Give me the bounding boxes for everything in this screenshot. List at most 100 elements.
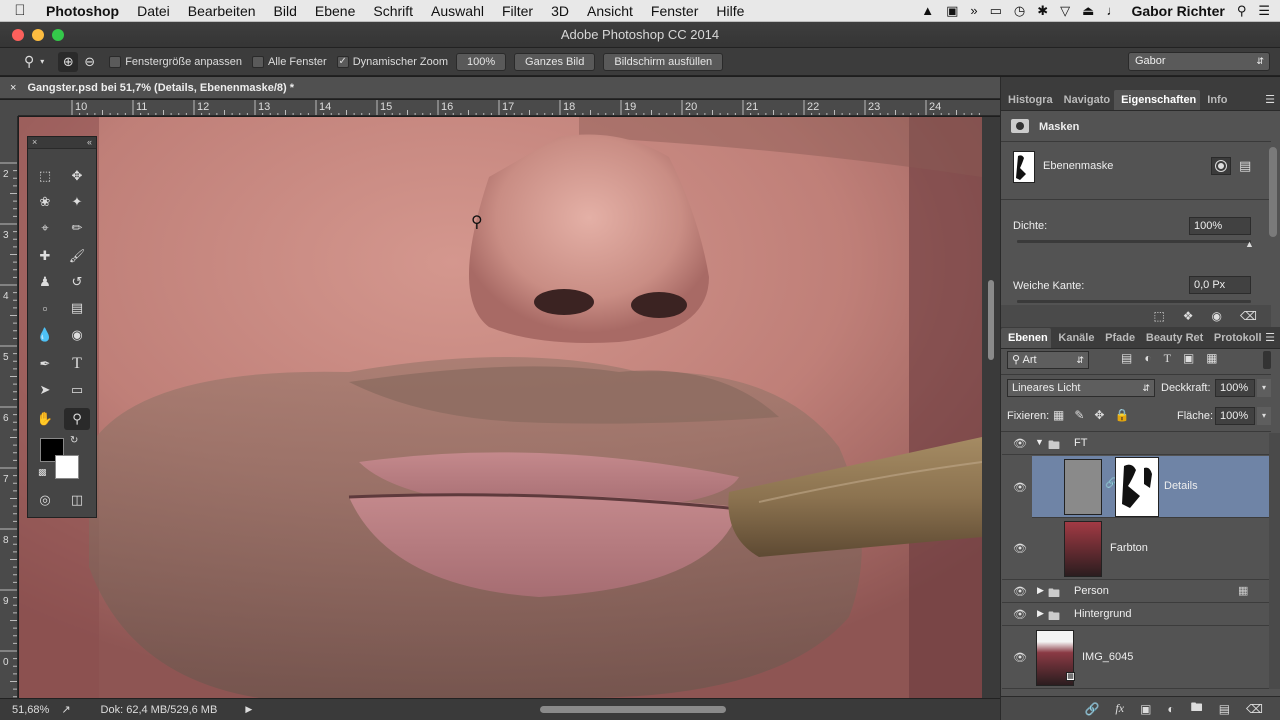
path-selection-tool-icon[interactable]: ➤ [32,379,58,401]
move-tool-icon[interactable]: ✥ [64,165,90,187]
background-color-swatch[interactable] [55,455,79,479]
zoom-level[interactable]: 51,68% [12,704,49,716]
eject-icon[interactable]: ⏏ [1082,3,1094,19]
layer-row-hintergrund[interactable]: 👁 ▶ 🖿 Hintergrund [1002,604,1269,626]
history-brush-tool-icon[interactable]: ↺ [64,271,90,293]
layer-style-icon[interactable]: fx [1115,701,1124,716]
panel-menu-icon[interactable]: ☰ [1265,331,1280,348]
volume-icon[interactable]: ♩ [1106,3,1119,18]
zoom-in-icon[interactable]: ⊕ [58,51,79,72]
pixel-filter-icon[interactable]: ▤ [1121,351,1132,366]
zoom-100-button[interactable]: 100% [456,52,507,71]
menu-ansicht[interactable]: Ansicht [578,3,642,19]
menu-ebene[interactable]: Ebene [306,3,364,19]
fill-input[interactable]: 100% [1215,407,1255,425]
menu-bearbeiten[interactable]: Bearbeiten [179,3,265,19]
type-filter-icon[interactable]: T [1164,351,1171,366]
document-canvas[interactable]: ⚲ [19,117,982,698]
menu-filter[interactable]: Filter [493,3,542,19]
resize-windows-checkbox[interactable] [109,55,122,68]
layer-row-details[interactable]: 🔗 Details [1032,456,1269,518]
type-tool-icon[interactable]: T [64,353,90,375]
add-vector-mask-icon[interactable]: ▤ [1239,158,1251,174]
tab-beauty-retouch[interactable]: Beauty Ret [1139,332,1207,348]
properties-scroll-thumb[interactable] [1269,147,1277,237]
load-selection-icon[interactable]: ⬚ [1153,309,1164,323]
blend-mode-select[interactable]: Lineares Licht ⇵ [1007,379,1155,397]
tab-info[interactable]: Info [1200,94,1231,110]
eyedropper-tool-icon[interactable]: ✏ [64,217,90,239]
healing-brush-tool-icon[interactable]: ✚ [32,245,58,267]
zoom-out-icon[interactable]: ⊖ [84,54,95,70]
new-layer-icon[interactable]: ▤ [1219,702,1230,716]
adjustment-filter-icon[interactable]: ◐ [1144,351,1151,366]
forward-icon[interactable]: » [970,3,977,18]
status-menu-arrow-icon[interactable]: ▶ [245,704,252,715]
filter-toggle[interactable] [1263,351,1271,369]
close-document-icon[interactable]: × [10,82,16,94]
gradient-tool-icon[interactable]: ▤ [64,297,90,319]
smart-object-filter-icon[interactable]: ▦ [1206,351,1217,366]
collapse-panel-icon[interactable]: « [87,137,92,147]
tab-layers[interactable]: Ebenen [1001,328,1052,348]
fill-screen-button[interactable]: Bildschirm ausfüllen [603,52,724,71]
layer-row-img6045[interactable]: 👁 ▦ IMG_6045 [1002,627,1269,689]
chevron-down-icon[interactable]: ▾ [40,57,44,66]
time-machine-icon[interactable]: ◷ [1014,3,1025,19]
apple-icon[interactable]:  [0,2,40,19]
lock-position-icon[interactable]: ✥ [1094,408,1104,422]
bluetooth-icon[interactable]: ✱ [1037,3,1048,19]
all-windows-checkbox[interactable] [251,55,264,68]
minimize-window-button[interactable] [32,29,44,41]
close-window-button[interactable] [12,29,24,41]
apply-mask-icon[interactable]: ❖ [1183,309,1194,323]
eraser-tool-icon[interactable]: ▫ [32,297,58,319]
hand-tool-icon[interactable]: ✋ [32,408,58,430]
layer-mask-thumbnail[interactable] [1115,457,1159,517]
visibility-eye-icon[interactable]: 👁 [1012,542,1028,555]
trash-icon[interactable]: ⌫ [1240,309,1257,323]
menu-app[interactable]: Photoshop [40,3,128,19]
clone-stamp-tool-icon[interactable]: ♟ [32,271,58,293]
panel-menu-icon[interactable]: ☰ [1265,93,1280,110]
feather-input[interactable]: 0,0 Px [1189,276,1251,294]
group-collapsed-icon[interactable]: ▶ [1037,585,1044,596]
zoom-tool-icon[interactable]: ⚲ [64,408,90,430]
tab-properties[interactable]: Eigenschaften [1114,90,1201,110]
shape-filter-icon[interactable]: ▣ [1183,351,1194,366]
swap-colors-icon[interactable]: ↻ [70,435,78,446]
vertical-scrollbar[interactable] [982,117,1000,698]
default-colors-icon[interactable]: ▩ [38,467,47,478]
group-expanded-icon[interactable]: ▼ [1035,437,1044,447]
menu-schrift[interactable]: Schrift [364,3,422,19]
visibility-eye-icon[interactable]: 👁 [1012,651,1028,664]
trash-icon[interactable]: ⌫ [1246,702,1263,716]
vertical-scroll-thumb[interactable] [988,280,994,360]
brush-tool-icon[interactable]: 🖌 [64,245,90,267]
share-icon[interactable]: ↗ [61,703,70,716]
pen-tool-icon[interactable]: ✒ [32,353,58,375]
layer-row-person[interactable]: 👁 ▶ 🖿 Person ▦ [1002,581,1269,603]
document-tab[interactable]: × Gangster.psd bei 51,7% (Details, Ebene… [0,77,1000,99]
add-mask-icon[interactable]: ▣ [1140,702,1151,716]
layers-scrollbar[interactable] [1269,433,1280,689]
layer-filter-select[interactable]: ⚲ Art ⇵ [1007,351,1089,369]
new-group-icon[interactable]: 🖿 [1191,698,1203,719]
menu-datei[interactable]: Datei [128,3,179,19]
disable-mask-icon[interactable]: ◉ [1212,309,1222,323]
airplay-icon[interactable]: ▭ [990,3,1002,19]
opacity-dropdown-icon[interactable]: ▾ [1257,379,1271,397]
menu-3d[interactable]: 3D [542,3,578,19]
density-slider-handle[interactable]: ▲ [1245,239,1254,249]
quick-selection-tool-icon[interactable]: ✦ [64,191,90,213]
tab-history[interactable]: Protokoll [1207,332,1265,348]
workspace-select[interactable]: Gabor ⇵ [1128,52,1270,71]
menu-bild[interactable]: Bild [265,3,306,19]
link-layers-icon[interactable]: 🔗 [1084,702,1099,716]
layer-row-farbton[interactable]: 👁 Farbton [1002,518,1269,580]
lock-transparency-icon[interactable]: ▦ [1053,408,1064,422]
density-input[interactable]: 100% [1189,217,1251,235]
list-icon[interactable]: ☰ [1258,3,1270,19]
blur-tool-icon[interactable]: 💧 [32,324,58,346]
screen-mode-icon[interactable]: ◫ [64,489,90,511]
